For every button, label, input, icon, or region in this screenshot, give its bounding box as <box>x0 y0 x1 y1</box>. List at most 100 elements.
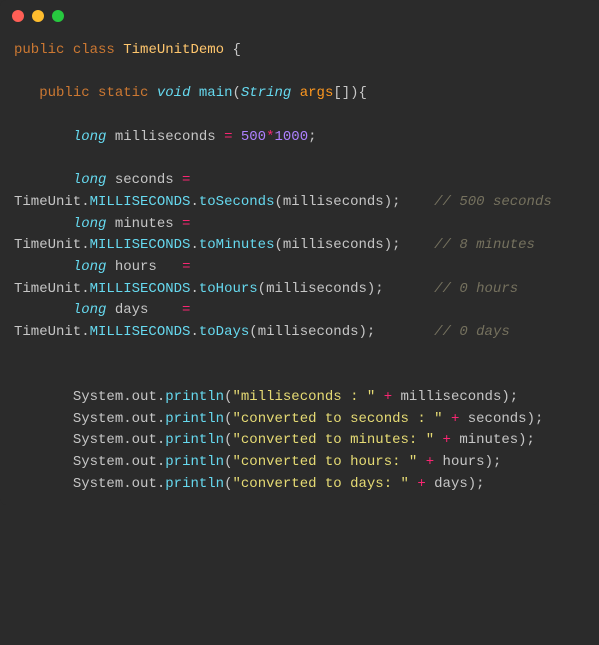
code-token <box>14 129 73 145</box>
code-token <box>14 389 73 405</box>
code-token <box>190 172 198 188</box>
maximize-icon[interactable] <box>52 10 64 22</box>
code-token: minutes <box>115 216 174 232</box>
code-token: out <box>132 454 157 470</box>
close-icon[interactable] <box>12 10 24 22</box>
code-token: milliseconds <box>401 389 502 405</box>
code-token <box>443 411 451 427</box>
code-token <box>14 432 73 448</box>
code-token: ); <box>367 281 434 297</box>
code-token: "converted to hours: " <box>232 454 417 470</box>
code-token <box>106 216 114 232</box>
code-token: . <box>157 389 165 405</box>
code-token: hours <box>115 259 157 275</box>
code-token: . <box>157 454 165 470</box>
code-token: TimeUnit <box>14 194 81 210</box>
code-token <box>14 259 73 275</box>
code-token: System <box>73 454 123 470</box>
minimize-icon[interactable] <box>32 10 44 22</box>
code-token: // 0 days <box>434 324 510 340</box>
code-token <box>14 216 73 232</box>
code-token: println <box>165 454 224 470</box>
code-token: . <box>190 281 198 297</box>
code-token: long <box>73 302 107 318</box>
code-token: // 8 minutes <box>434 237 535 253</box>
code-token: 500 <box>241 129 266 145</box>
code-token: . <box>190 324 198 340</box>
code-token <box>106 259 114 275</box>
code-editor[interactable]: public class TimeUnitDemo { public stati… <box>0 30 599 505</box>
code-token: . <box>81 237 89 253</box>
code-token: milliseconds <box>283 237 384 253</box>
code-token: public <box>39 85 89 101</box>
code-token: main <box>199 85 233 101</box>
code-token: out <box>132 389 157 405</box>
code-token <box>426 476 434 492</box>
code-token: long <box>73 172 107 188</box>
code-token: println <box>165 411 224 427</box>
code-token <box>174 172 182 188</box>
code-token: TimeUnit <box>14 237 81 253</box>
code-token: + <box>417 476 425 492</box>
code-token: long <box>73 129 107 145</box>
code-token: println <box>165 476 224 492</box>
code-token <box>190 216 198 232</box>
code-token: ( <box>233 85 241 101</box>
code-token: args <box>300 85 334 101</box>
code-token: class <box>73 42 115 58</box>
code-token: System <box>73 476 123 492</box>
code-token <box>106 302 114 318</box>
code-token: MILLISECONDS <box>90 194 191 210</box>
code-token: out <box>132 411 157 427</box>
code-token: . <box>157 432 165 448</box>
code-token: . <box>123 389 131 405</box>
code-token: seconds <box>115 172 174 188</box>
code-token: minutes <box>459 432 518 448</box>
code-token: ); <box>527 411 544 427</box>
code-token: toSeconds <box>199 194 275 210</box>
code-token <box>157 259 182 275</box>
code-token <box>148 85 156 101</box>
code-token: System <box>73 389 123 405</box>
code-token <box>14 454 73 470</box>
code-token: days <box>115 302 149 318</box>
code-token: System <box>73 411 123 427</box>
code-token: seconds <box>468 411 527 427</box>
code-token: TimeUnit <box>14 281 81 297</box>
code-token: void <box>157 85 191 101</box>
code-token: milliseconds <box>266 281 367 297</box>
code-token: toHours <box>199 281 258 297</box>
code-token: // 0 hours <box>434 281 518 297</box>
code-token <box>14 85 39 101</box>
code-token <box>232 129 240 145</box>
code-token: MILLISECONDS <box>90 324 191 340</box>
code-token: + <box>426 454 434 470</box>
code-token: long <box>73 216 107 232</box>
code-token: "converted to days: " <box>232 476 408 492</box>
code-token: ( <box>274 237 282 253</box>
code-token <box>459 411 467 427</box>
code-token <box>90 85 98 101</box>
code-token: println <box>165 432 224 448</box>
code-token <box>14 172 73 188</box>
code-token <box>14 476 73 492</box>
code-token: // 500 seconds <box>434 194 552 210</box>
code-token: toMinutes <box>199 237 275 253</box>
code-token: milliseconds <box>283 194 384 210</box>
code-token: ( <box>249 324 257 340</box>
code-token <box>417 454 425 470</box>
code-token: ); <box>468 476 485 492</box>
code-token: ); <box>359 324 435 340</box>
code-token <box>14 411 73 427</box>
code-token: . <box>81 324 89 340</box>
code-token: ); <box>485 454 502 470</box>
code-token: * <box>266 129 274 145</box>
code-token: ); <box>384 237 434 253</box>
code-token: ( <box>274 194 282 210</box>
code-token: out <box>132 432 157 448</box>
code-token: "milliseconds : " <box>232 389 375 405</box>
code-token: . <box>81 194 89 210</box>
code-token: "converted to minutes: " <box>232 432 434 448</box>
code-token: ( <box>258 281 266 297</box>
code-token: 1000 <box>275 129 309 145</box>
